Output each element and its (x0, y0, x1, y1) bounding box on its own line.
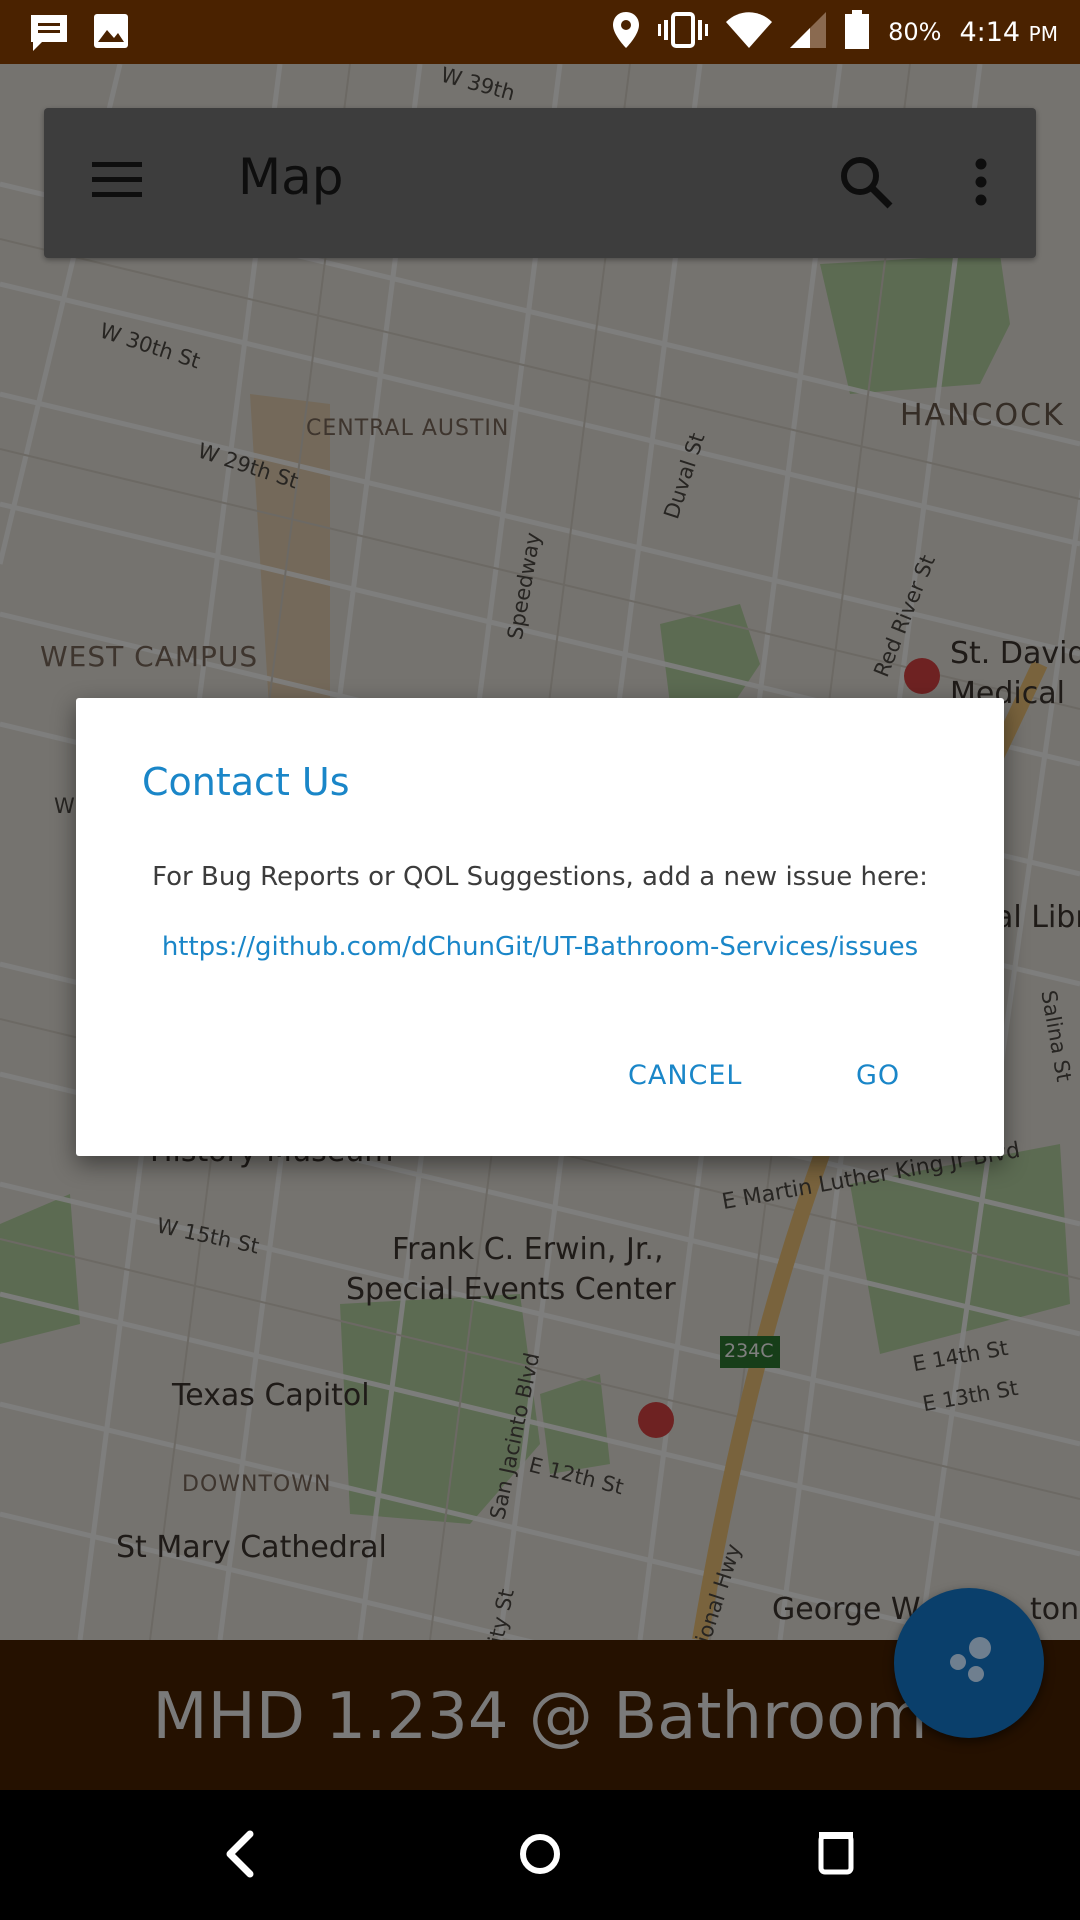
go-button[interactable]: GO (844, 1050, 912, 1101)
wifi-icon (726, 12, 773, 52)
clock: 4:14 PM (959, 17, 1058, 48)
signal-icon (790, 12, 827, 52)
back-icon[interactable] (212, 1824, 272, 1884)
dialog-title: Contact Us (142, 760, 350, 804)
clock-ampm: PM (1028, 21, 1058, 46)
fab-button[interactable] (894, 1588, 1044, 1738)
vibrate-icon (658, 12, 709, 52)
location-icon (612, 11, 640, 53)
screen: W 39th W 30th St W 29th St CENTRAL AUSTI… (0, 0, 1080, 1920)
home-icon[interactable] (510, 1824, 570, 1884)
clock-time: 4:14 (959, 16, 1021, 48)
cancel-button[interactable]: CANCEL (616, 1050, 754, 1101)
battery-percent: 80% (888, 18, 942, 46)
message-icon (28, 12, 70, 58)
recents-icon[interactable] (806, 1824, 866, 1884)
bubbles-icon (950, 1637, 991, 1682)
image-icon (92, 12, 130, 58)
contact-dialog: Contact Us For Bug Reports or QOL Sugges… (76, 698, 1004, 1156)
navigation-bar (0, 1790, 1080, 1920)
issues-link[interactable]: https://github.com/dChunGit/UT-Bathroom-… (76, 932, 1004, 962)
status-bar: 80% 4:14 PM (0, 0, 1080, 64)
dialog-message: For Bug Reports or QOL Suggestions, add … (152, 862, 928, 892)
battery-icon (844, 10, 870, 54)
